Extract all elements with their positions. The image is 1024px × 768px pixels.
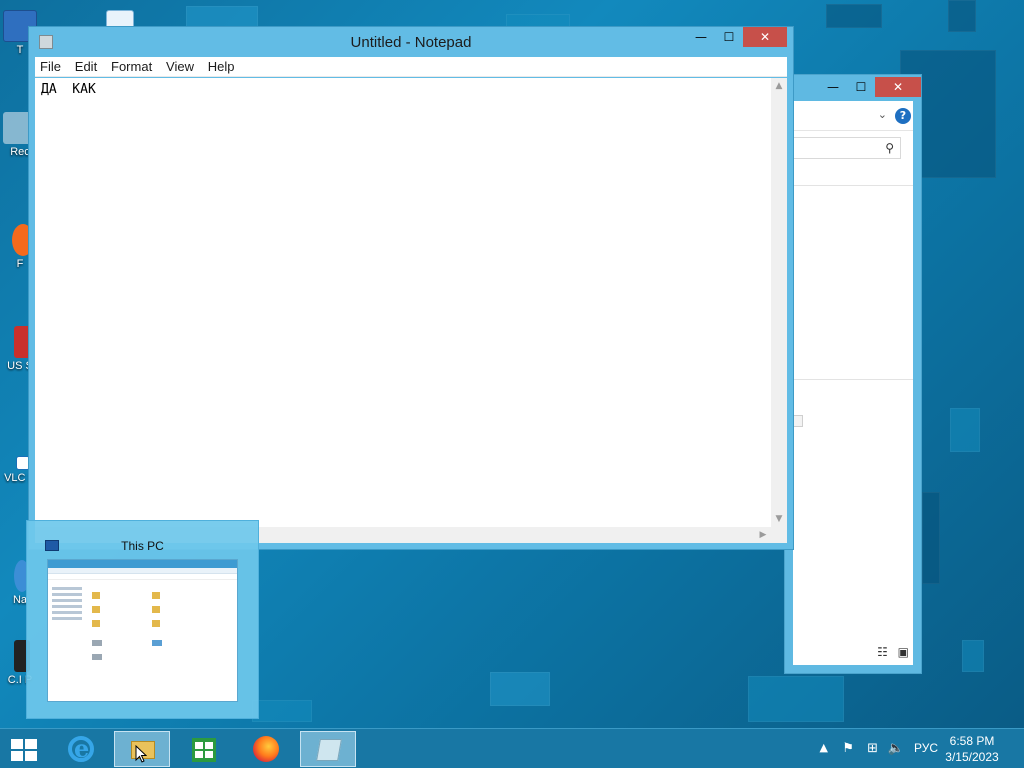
close-button[interactable]: ✕	[743, 27, 787, 47]
background-tile	[186, 6, 258, 28]
divider	[793, 185, 913, 186]
menu-help[interactable]: Help	[203, 57, 240, 77]
resize-grip[interactable]	[771, 527, 787, 543]
background-tile	[826, 4, 882, 28]
text-editor[interactable]: ДА КАК	[35, 78, 771, 527]
search-icon: ⚲	[885, 141, 894, 155]
preview-drive-icon	[92, 640, 102, 646]
background-tile	[950, 408, 980, 452]
view-toggle: ☷ ▣	[877, 645, 909, 659]
notepad-icon	[316, 739, 342, 761]
taskbar-firefox-button[interactable]	[238, 731, 294, 767]
background-tile	[748, 676, 844, 722]
preview-addressbar	[48, 574, 237, 580]
preview-folder-icon	[92, 606, 100, 613]
file-explorer-window[interactable]: — ☐ ✕ ⌄ ? ⚲ ☷ ▣	[784, 74, 922, 674]
maximize-button[interactable]: ☐	[847, 77, 875, 97]
window-title: Untitled - Notepad	[350, 34, 472, 51]
system-tray: ▲ ⚑ ⊞ 🔈 РУС 6:58 PM 3/15/2023	[804, 729, 1024, 768]
help-icon[interactable]: ?	[895, 108, 911, 124]
windows-logo-icon	[11, 739, 39, 763]
expand-ribbon-icon[interactable]: ⌄	[878, 108, 887, 121]
background-tile	[962, 640, 984, 672]
explorer-titlebar[interactable]: — ☐ ✕	[785, 75, 921, 101]
preview-titlebar	[48, 560, 237, 568]
scroll-down-icon[interactable]: ▼	[771, 511, 787, 527]
clock-date: 3/15/2023	[945, 750, 999, 764]
start-button[interactable]	[0, 731, 50, 767]
notepad-window[interactable]: Untitled - Notepad — ☐ ✕ File Edit Forma…	[28, 26, 794, 550]
preview-folder-icon	[92, 592, 100, 599]
taskbar-store-button[interactable]	[176, 731, 232, 767]
taskbar-ie-button[interactable]	[52, 731, 108, 767]
preview-folder-icon	[152, 620, 160, 627]
background-tile	[490, 672, 550, 706]
preview-folder-icon	[152, 606, 160, 613]
taskbar-notepad-button[interactable]	[300, 731, 356, 767]
editor-content: ДА КАК	[41, 82, 96, 97]
preview-folder-icon	[92, 620, 100, 627]
details-view-icon[interactable]: ☷	[877, 645, 888, 659]
store-icon	[192, 738, 216, 762]
show-hidden-icons-icon[interactable]: ▲	[820, 741, 828, 754]
preview-folder-icon	[152, 592, 160, 599]
search-input[interactable]: ⚲	[793, 137, 901, 159]
menu-format[interactable]: Format	[106, 57, 157, 77]
notepad-titlebar[interactable]: Untitled - Notepad — ☐ ✕	[29, 27, 793, 57]
vertical-scrollbar[interactable]: ▲ ▼	[771, 78, 787, 527]
scroll-thumb[interactable]	[793, 415, 803, 427]
explorer-ribbon: ⌄ ?	[793, 101, 913, 131]
maximize-button[interactable]: ☐	[715, 27, 743, 47]
preview-drive-icon	[152, 640, 162, 646]
taskbar-thumbnail-preview[interactable]: This PC	[26, 520, 259, 719]
minimize-button[interactable]: —	[819, 77, 847, 97]
firefox-icon	[253, 736, 279, 762]
thumbnail-title: This PC	[121, 539, 164, 553]
background-tile	[948, 0, 976, 32]
menu-file[interactable]: File	[35, 57, 66, 77]
menu-view[interactable]: View	[161, 57, 199, 77]
language-indicator[interactable]: РУС	[914, 741, 938, 755]
desktop: T Rec F US S VLC P Na C.I P — ☐ ✕ ⌄ ? ⚲ …	[0, 0, 1024, 728]
ie-icon	[68, 734, 94, 763]
taskbar: ▲ ⚑ ⊞ 🔈 РУС 6:58 PM 3/15/2023	[0, 728, 1024, 768]
background-tile	[922, 492, 940, 584]
preview-nav-pane	[52, 584, 82, 644]
action-center-flag-icon[interactable]: ⚑	[842, 741, 854, 756]
menu-edit[interactable]: Edit	[70, 57, 102, 77]
scroll-right-icon[interactable]: ▶	[755, 527, 771, 543]
divider	[793, 379, 913, 380]
clock-time: 6:58 PM	[949, 734, 995, 748]
preview-drive-icon	[92, 654, 102, 660]
mouse-cursor-icon	[135, 745, 147, 763]
scroll-up-icon[interactable]: ▲	[771, 78, 787, 94]
explorer-content: ⌄ ? ⚲ ☷ ▣	[793, 101, 913, 665]
network-icon[interactable]: ⊞	[867, 741, 878, 756]
minimize-button[interactable]: —	[687, 27, 715, 47]
clock[interactable]: 6:58 PM 3/15/2023	[942, 733, 1002, 765]
menu-bar: File Edit Format View Help	[35, 57, 787, 77]
large-icons-view-icon[interactable]: ▣	[898, 645, 909, 659]
background-tile	[252, 700, 312, 722]
volume-muted-icon[interactable]: 🔈	[888, 741, 904, 756]
thumbnail-image[interactable]	[47, 559, 238, 702]
close-button[interactable]: ✕	[875, 77, 921, 97]
